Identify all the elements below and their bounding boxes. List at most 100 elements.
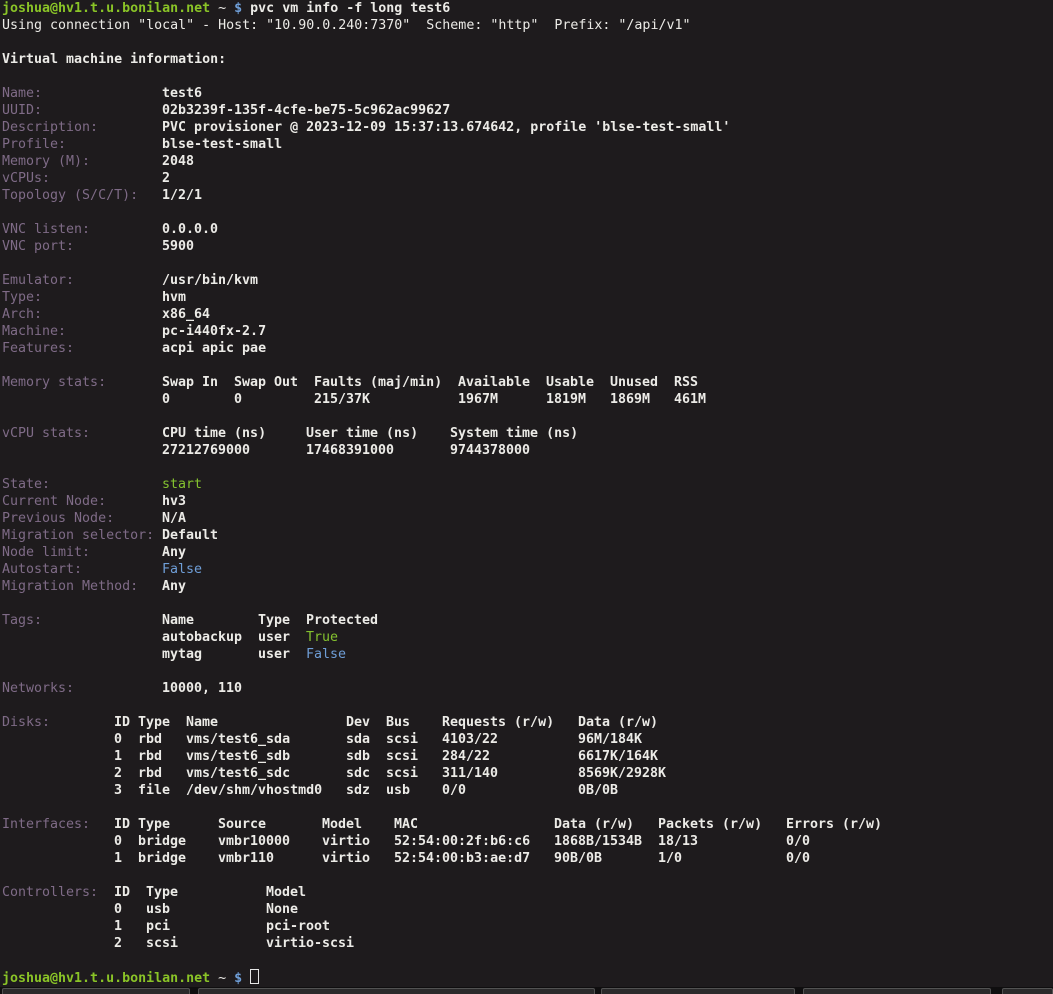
- field-label: vCPUs:: [2, 170, 50, 187]
- field-label: Features:: [2, 340, 74, 357]
- field-label: VNC listen:: [2, 221, 90, 238]
- field-line: Profile: blse-test-small: [0, 136, 1053, 153]
- field-label: VNC port:: [2, 238, 74, 255]
- field-label: Description:: [2, 119, 98, 136]
- table-cell: user: [258, 629, 290, 646]
- section-title-line: Virtual machine information:: [0, 51, 1053, 68]
- field-label: Autostart:: [2, 561, 82, 578]
- table-cell: usb: [146, 901, 170, 918]
- prompt-dollar: $: [234, 971, 250, 986]
- table-cell: rbd: [138, 748, 162, 765]
- stats-values-line: 27212769000174683910009744378000: [0, 442, 1053, 459]
- column-header: User time (ns): [306, 425, 418, 442]
- table-cell: 0/0: [786, 833, 810, 850]
- table-row: autobackupuserTrue: [0, 629, 1053, 646]
- column-header: Data (r/w): [554, 816, 634, 833]
- table-row: 0usbNone: [0, 901, 1053, 918]
- section-label: Interfaces:: [2, 816, 90, 833]
- field-value: 2: [162, 170, 170, 187]
- field-label: Migration Method:: [2, 578, 138, 595]
- table-cell: 311/140: [442, 765, 498, 782]
- stat-value: 461M: [674, 391, 706, 408]
- table-cell: 6617K/164K: [578, 748, 658, 765]
- field-value: N/A: [162, 510, 186, 527]
- stat-value: 27212769000: [162, 442, 250, 459]
- field-value: hvm: [162, 289, 186, 306]
- table-cell: 1: [114, 748, 122, 765]
- field-line: UUID:02b3239f-135f-4cfe-be75-5c962ac9962…: [0, 102, 1053, 119]
- column-header: Swap In: [162, 374, 218, 391]
- table-row: 1bridgevmbr110virtio52:54:00:b3:ae:d790B…: [0, 850, 1053, 867]
- column-header: Bus: [386, 714, 410, 731]
- column-header: RSS: [674, 374, 698, 391]
- table-row: 1rbdvms/test6_sdbsdbscsi284/226617K/164K: [0, 748, 1053, 765]
- table-cell: sda: [346, 731, 370, 748]
- section-label: Tags:: [2, 612, 42, 629]
- table-cell: bridge: [138, 833, 186, 850]
- stat-value: 215/37K: [314, 391, 370, 408]
- section-label: Controllers:: [2, 884, 98, 901]
- stat-value: 1819M: [546, 391, 586, 408]
- table-cell: 1: [114, 918, 122, 935]
- table-cell: vms/test6_sdb: [186, 748, 290, 765]
- table-cell: virtio: [322, 850, 370, 867]
- prompt-user-host: joshua@hv1.t.u.bonilan.net: [2, 971, 218, 986]
- table-cell: 96M/184K: [578, 731, 642, 748]
- field-line: Migration selector:Default: [0, 527, 1053, 544]
- field-line: Current Node:hv3: [0, 493, 1053, 510]
- field-label: Profile:: [2, 136, 66, 153]
- table-cell: virtio-scsi: [266, 935, 354, 952]
- section-title: Virtual machine information:: [2, 52, 226, 67]
- table-cell: pci-root: [266, 918, 330, 935]
- column-header: Source: [218, 816, 266, 833]
- field-line: Machine:pc-i440fx-2.7: [0, 323, 1053, 340]
- table-row: 2scsivirtio-scsi: [0, 935, 1053, 952]
- table-header-line: Interfaces:IDTypeSourceModelMACData (r/w…: [0, 816, 1053, 833]
- table-cell: 284/22: [442, 748, 490, 765]
- field-label: Arch:: [2, 306, 42, 323]
- field-value: Any: [162, 544, 186, 561]
- field-label: Previous Node:: [2, 510, 114, 527]
- table-cell: 90B/0B: [554, 850, 602, 867]
- table-row: 2rbdvms/test6_sdcsdcscsi311/1408569K/292…: [0, 765, 1053, 782]
- taskbar-window-button[interactable]: [1002, 988, 1053, 994]
- table-cell: pci: [146, 918, 170, 935]
- column-header: Type: [138, 714, 170, 731]
- taskbar-window-button[interactable]: [601, 988, 795, 994]
- field-value: blse-test-small: [162, 136, 282, 153]
- table-cell: 0/0: [786, 850, 810, 867]
- field-line: State:start: [0, 476, 1053, 493]
- table-cell: 2: [114, 765, 122, 782]
- table-cell: vmbr10000: [218, 833, 290, 850]
- taskbar-window-button[interactable]: [198, 988, 595, 994]
- column-header: Usable: [546, 374, 594, 391]
- column-header: Requests (r/w): [442, 714, 554, 731]
- stat-value: 0: [234, 391, 242, 408]
- table-header-line: Disks:IDTypeNameDevBusRequests (r/w)Data…: [0, 714, 1053, 731]
- taskbar-window-button[interactable]: [2, 988, 190, 994]
- prompt-tilde: ~: [218, 1, 234, 16]
- stats-header-line: Memory stats:Swap InSwap OutFaults (maj/…: [0, 374, 1053, 391]
- table-cell: virtio: [322, 833, 370, 850]
- table-cell: sdz: [346, 782, 370, 799]
- field-value: False: [162, 561, 202, 578]
- table-row: 0bridgevmbr10000virtio52:54:00:2f:b6:c61…: [0, 833, 1053, 850]
- field-line: Networks:10000, 110: [0, 680, 1053, 697]
- field-label: Emulator:: [2, 272, 74, 289]
- terminal[interactable]: joshua@hv1.t.u.bonilan.net~$pvc vm info …: [0, 0, 1053, 987]
- field-value: 2048: [162, 153, 194, 170]
- field-line: Memory (M):2048: [0, 153, 1053, 170]
- table-cell: 0/0: [442, 782, 466, 799]
- column-header: Faults (maj/min): [314, 374, 442, 391]
- column-header: System time (ns): [450, 425, 578, 442]
- field-line: Autostart: False: [0, 561, 1053, 578]
- table-row: 0rbdvms/test6_sdasdascsi4103/2296M/184K: [0, 731, 1053, 748]
- field-value: 10000, 110: [162, 680, 242, 697]
- field-line: Arch:x86_64: [0, 306, 1053, 323]
- taskbar: [0, 987, 1053, 994]
- connection-info-line: Using connection "local" - Host: "10.90.…: [0, 17, 1053, 34]
- column-header: Protected: [306, 612, 378, 629]
- table-cell: sdb: [346, 748, 370, 765]
- taskbar-window-button[interactable]: [803, 988, 991, 994]
- table-cell: 52:54:00:b3:ae:d7: [394, 850, 530, 867]
